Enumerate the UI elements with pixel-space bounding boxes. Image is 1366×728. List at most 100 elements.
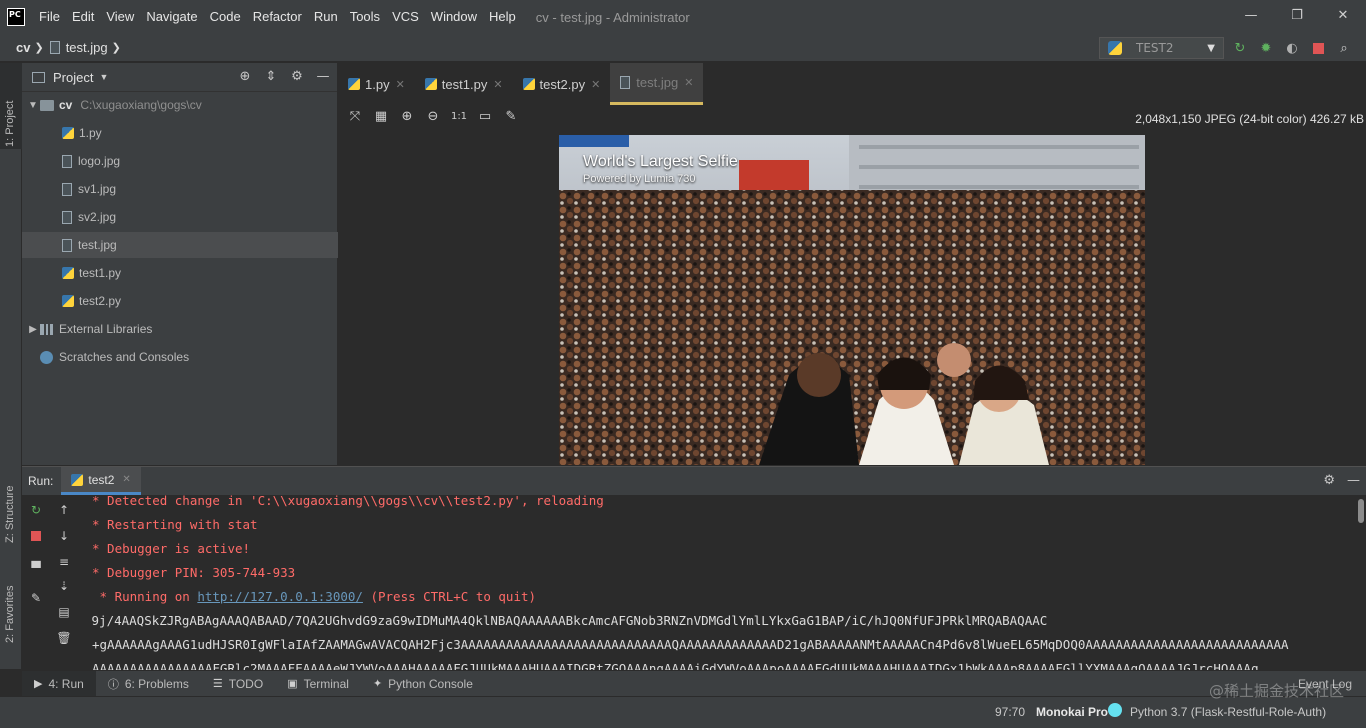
trash-icon[interactable]: 🗑: [54, 629, 74, 647]
cursor-position[interactable]: 97:70: [995, 705, 1025, 719]
tree-item-test1py[interactable]: test1.py: [22, 260, 338, 286]
menu-run[interactable]: Run: [308, 0, 344, 34]
rerun-icon[interactable]: ↻: [26, 501, 46, 519]
close-button[interactable]: ✕: [1320, 0, 1366, 30]
menu-navigate[interactable]: Navigate: [140, 0, 203, 34]
tool-tab-problems[interactable]: ⓘ 6: Problems: [96, 671, 201, 697]
navigation-bar: cv ❯ test.jpg ❯ TEST2 ▼ ↻ ✹ ◐ ⌕: [0, 34, 1366, 62]
run-tab-test2[interactable]: test2 ✕: [61, 467, 141, 495]
menu-tools[interactable]: Tools: [344, 0, 386, 34]
menu-vcs[interactable]: VCS: [386, 0, 425, 34]
minimize-button[interactable]: —: [1228, 0, 1274, 30]
folder-icon: [40, 99, 54, 111]
console-output[interactable]: * Detected change in 'C:\\xugaoxiang\\go…: [92, 495, 1352, 671]
collapse-all-icon[interactable]: ⇕: [263, 69, 279, 84]
tool-window-structure[interactable]: Z: Structure: [4, 486, 16, 543]
tree-item-logo-jpg[interactable]: logo.jpg: [22, 148, 338, 174]
tree-item-test-jpg[interactable]: test.jpg: [22, 232, 338, 258]
tab-label: 1.py: [365, 76, 390, 92]
left-tool-strip: 1: Project Z: Structure 2: Favorites: [0, 63, 22, 669]
close-tab-icon[interactable]: ✕: [396, 78, 405, 91]
library-icon: [40, 323, 53, 335]
breadcrumb-file[interactable]: test.jpg: [66, 40, 108, 55]
zoom-out-icon[interactable]: ⊖: [424, 109, 442, 124]
tool-tab-label: 4: Run: [48, 676, 84, 691]
editor-tabs: 1.py ✕ test1.py ✕ test2.py ✕ test.jpg ✕: [338, 63, 704, 105]
image-file-icon: [62, 182, 72, 196]
scroll-to-end-icon[interactable]: ⇣: [54, 577, 74, 595]
tool-window-project[interactable]: 1: Project: [4, 101, 16, 147]
play-icon: ▶: [34, 678, 43, 690]
soft-wrap-icon[interactable]: ≡: [54, 553, 74, 571]
breadcrumb-project[interactable]: cv: [16, 40, 30, 55]
search-icon[interactable]: ⌕: [1336, 40, 1352, 56]
close-tab-icon[interactable]: ✕: [122, 474, 130, 485]
server-url-link[interactable]: http://127.0.0.1:3000/: [197, 589, 363, 604]
list-icon: ☰: [212, 678, 223, 690]
python-interpreter[interactable]: Python 3.7 (Flask-Restful-Role-Auth): [1130, 705, 1326, 719]
tree-item-label: test.jpg: [78, 238, 117, 252]
image-file-icon: [49, 41, 60, 54]
tab-test1py[interactable]: test1.py ✕: [415, 63, 513, 105]
tab-test-jpg[interactable]: test.jpg ✕: [610, 63, 704, 105]
console-scrollbar[interactable]: [1358, 499, 1364, 523]
python-icon: [1108, 41, 1122, 55]
menu-view[interactable]: View: [100, 0, 140, 34]
locate-icon[interactable]: ⊕: [237, 69, 253, 84]
menu-file[interactable]: File: [33, 0, 66, 34]
tree-item-sv1-jpg[interactable]: sv1.jpg: [22, 176, 338, 202]
fit-to-window-icon[interactable]: ⤧: [346, 109, 364, 124]
grid-icon[interactable]: ▦: [372, 109, 390, 124]
tree-item-sv2-jpg[interactable]: sv2.jpg: [22, 204, 338, 230]
tool-tab-python-console[interactable]: ✦ Python Console: [361, 671, 485, 697]
menu-help[interactable]: Help: [483, 0, 522, 34]
stop-icon[interactable]: [1310, 40, 1326, 56]
tree-item-label: sv1.jpg: [78, 182, 117, 196]
tool-tab-label: Python Console: [388, 676, 473, 691]
hide-icon[interactable]: —: [315, 69, 331, 84]
layout-icon[interactable]: ▀: [26, 559, 46, 577]
tool-window-favorites[interactable]: 2: Favorites: [4, 586, 16, 643]
tree-item-cv[interactable]: ▼ cv C:\xugaoxiang\gogs\cv: [22, 92, 338, 118]
tab-test2py[interactable]: test2.py ✕: [513, 63, 611, 105]
pin-icon[interactable]: ✎: [26, 589, 46, 607]
background-icon[interactable]: ▭: [476, 109, 494, 124]
theme-name[interactable]: Monokai Pro: [1036, 705, 1108, 719]
menu-code[interactable]: Code: [204, 0, 247, 34]
run-configuration-select[interactable]: TEST2 ▼: [1099, 37, 1224, 59]
gear-icon[interactable]: ⚙: [1323, 473, 1335, 488]
tab-1py[interactable]: 1.py ✕: [338, 63, 415, 105]
editor-area: 1.py ✕ test1.py ✕ test2.py ✕ test.jpg ✕ …: [338, 63, 1366, 465]
tree-item-test2py[interactable]: test2.py: [22, 288, 338, 314]
print-icon[interactable]: ▤: [54, 603, 74, 621]
tool-tab-run[interactable]: ▶ 4: Run: [22, 670, 96, 697]
arrow-down-icon[interactable]: ↓: [54, 527, 74, 545]
gear-icon[interactable]: ⚙: [289, 69, 305, 84]
maximize-button[interactable]: ❐: [1274, 0, 1320, 30]
arrow-up-icon[interactable]: ↑: [54, 501, 74, 519]
chevron-right-icon: ▶: [29, 323, 37, 335]
tree-item-scratches[interactable]: Scratches and Consoles: [22, 344, 338, 370]
tree-item-external-libraries[interactable]: ▶ External Libraries: [22, 316, 338, 342]
coverage-icon[interactable]: ◐: [1284, 40, 1300, 56]
image-info: 2,048x1,150 JPEG (24-bit color) 426.27 k…: [1135, 112, 1364, 126]
close-tab-icon[interactable]: ✕: [591, 78, 600, 91]
menu-refactor[interactable]: Refactor: [247, 0, 308, 34]
tree-item-1py[interactable]: 1.py: [22, 120, 338, 146]
run-panel-header: Run: test2 ✕ ⚙ —: [22, 467, 1366, 495]
debug-icon[interactable]: ✹: [1258, 40, 1274, 56]
color-picker-icon[interactable]: ✎: [502, 109, 520, 124]
zoom-in-icon[interactable]: ⊕: [398, 109, 416, 124]
tool-tab-terminal[interactable]: ▣ Terminal: [275, 671, 361, 697]
menu-edit[interactable]: Edit: [66, 0, 100, 34]
info-icon: ⓘ: [107, 678, 119, 691]
actual-size-button[interactable]: 1:1: [450, 111, 468, 122]
menu-window[interactable]: Window: [425, 0, 483, 34]
rerun-icon[interactable]: ↻: [1232, 40, 1248, 56]
tool-tab-todo[interactable]: ☰ TODO: [201, 671, 275, 697]
stop-icon[interactable]: [26, 527, 46, 545]
hide-icon[interactable]: —: [1347, 473, 1360, 488]
python-icon: [71, 473, 84, 486]
close-tab-icon[interactable]: ✕: [684, 76, 693, 89]
close-tab-icon[interactable]: ✕: [493, 78, 502, 91]
